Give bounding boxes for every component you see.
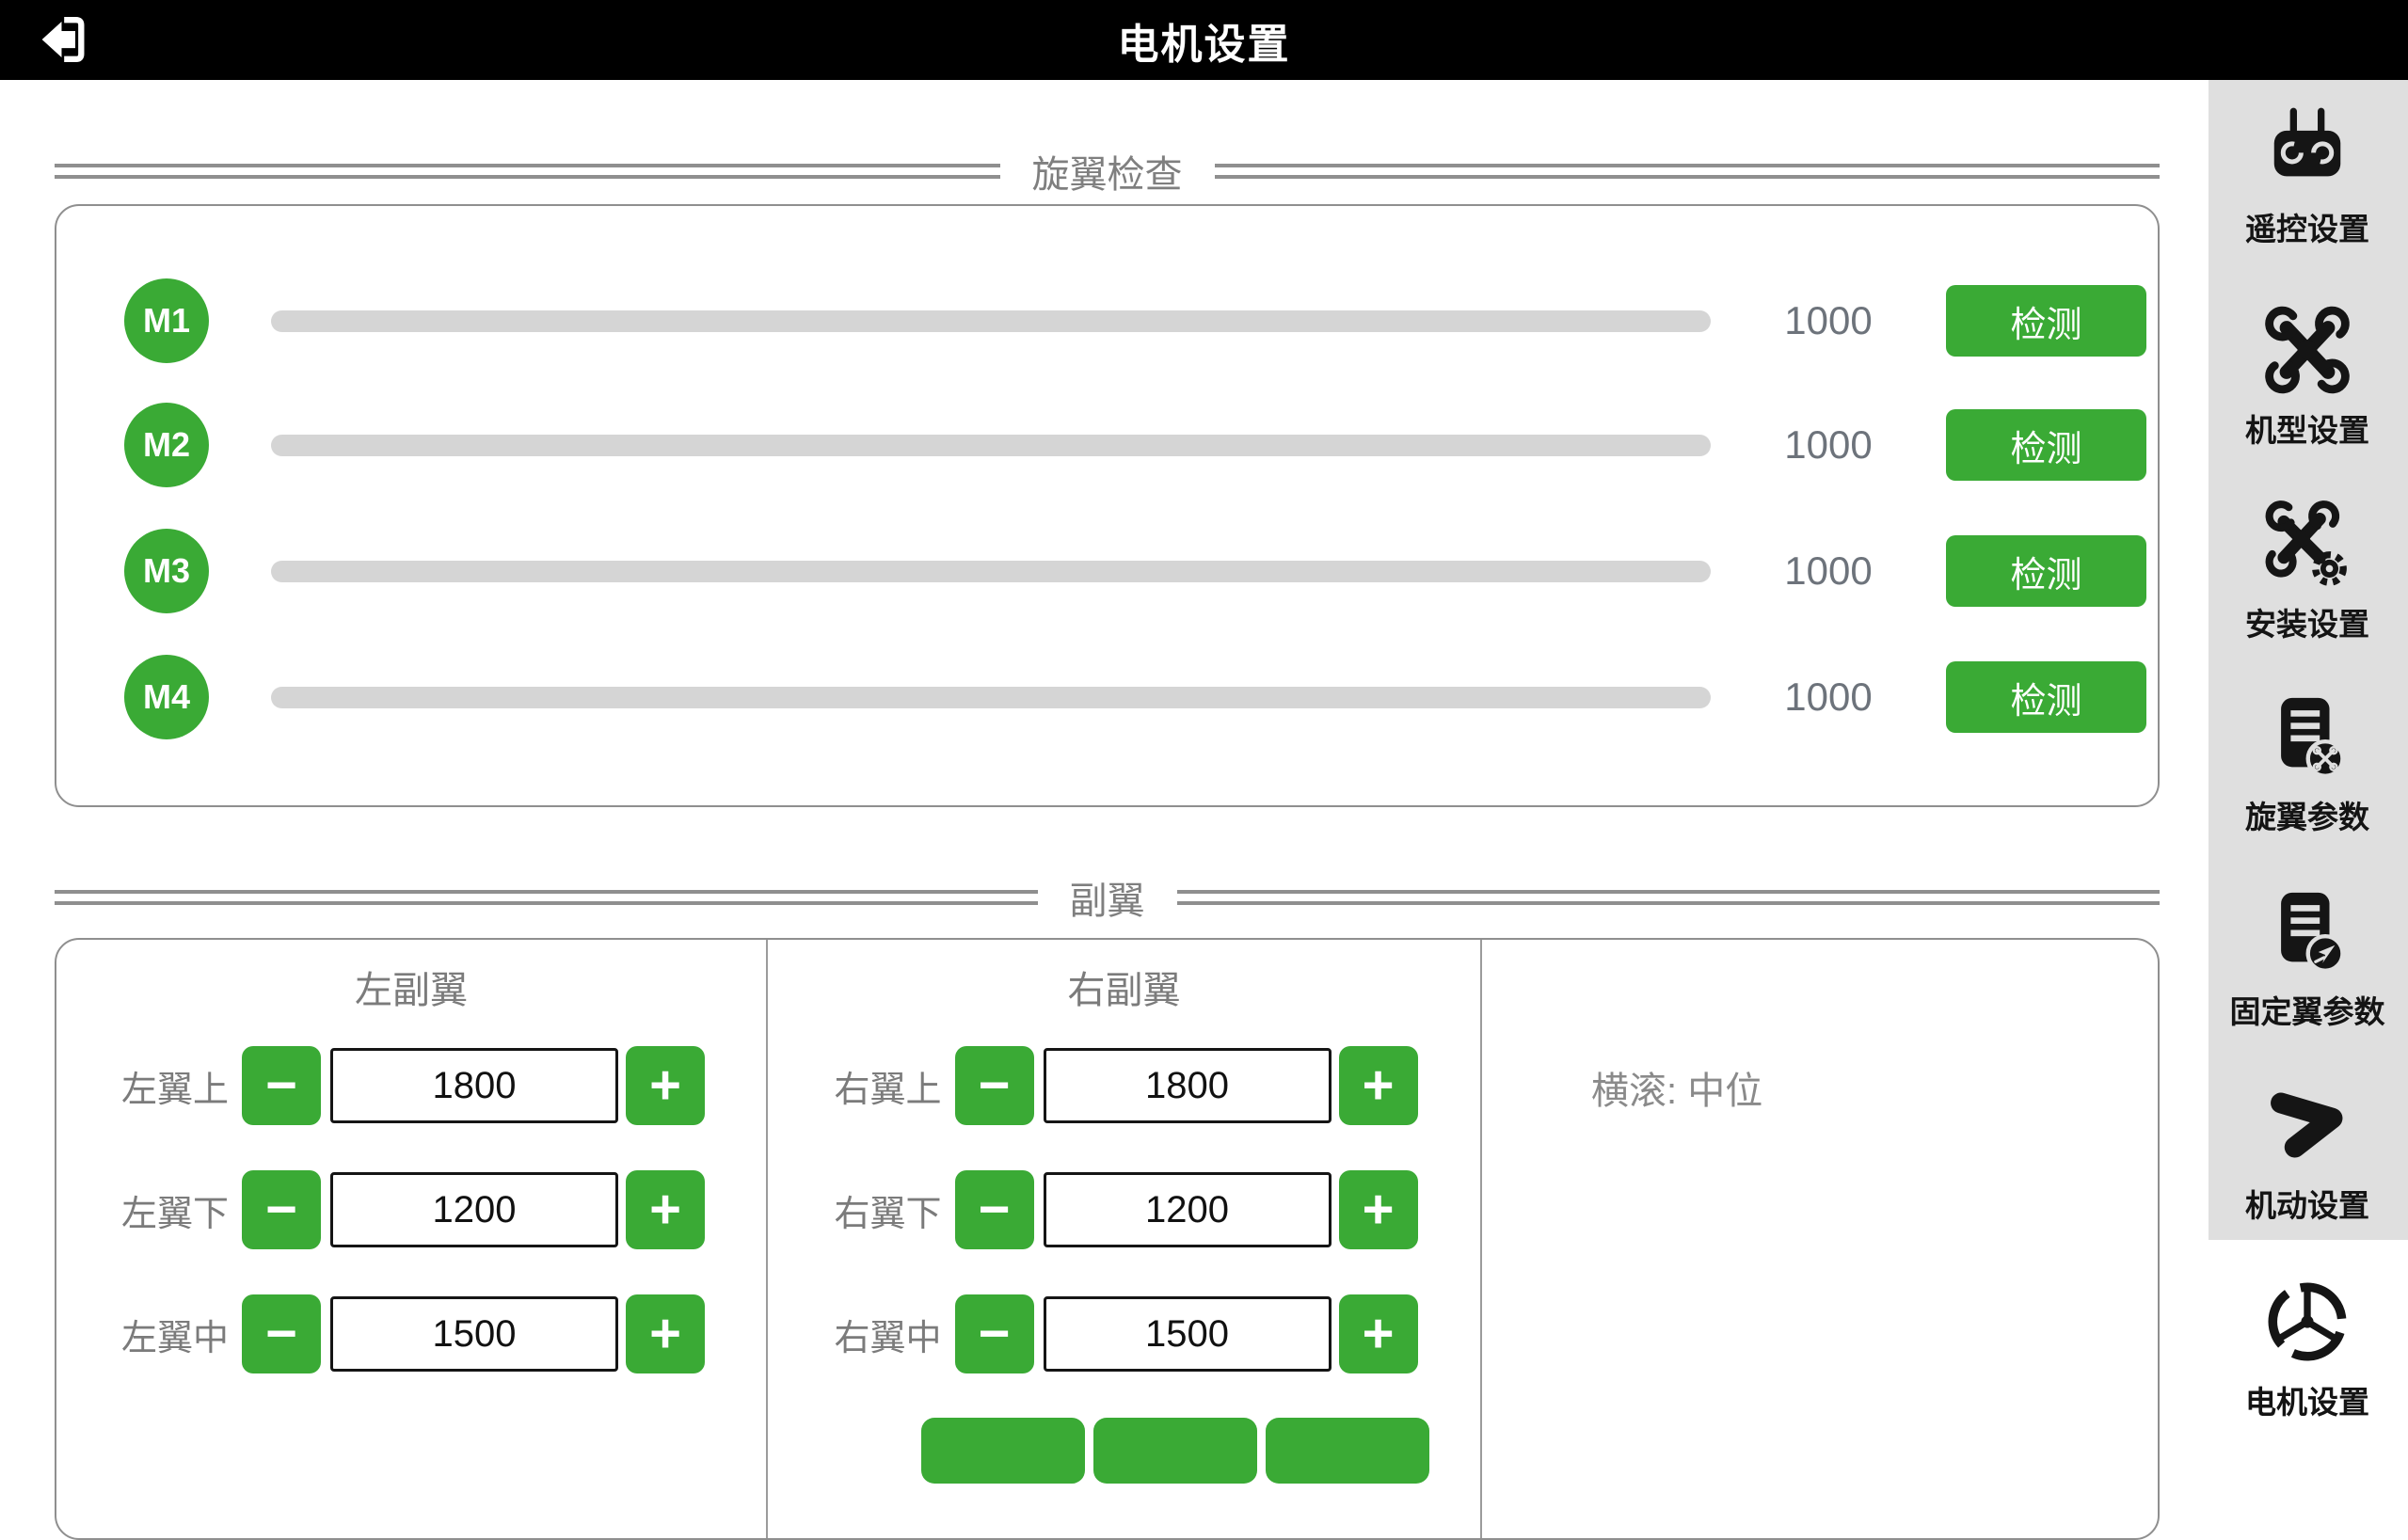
aileron-preset-button[interactable] — [921, 1418, 1085, 1484]
motor-row-m4: M4 1000 检测 — [56, 655, 2158, 739]
aileron-preset-row — [921, 1418, 1429, 1484]
motor-badge-m4: M4 — [124, 655, 209, 739]
left-aileron-title: 左副翼 — [56, 945, 766, 1028]
aileron-panel: 左副翼 左翼上 − + 左翼下 − + 左翼中 − + 右副翼 — [55, 938, 2160, 1540]
motor-value-m4: 1000 — [1711, 675, 1946, 720]
motor-badge-m2: M2 — [124, 403, 209, 487]
rotor-check-section-title: 旋翼检查 — [1000, 144, 1215, 198]
sidebar-item-rotor-params[interactable]: 旋翼参数 — [2207, 692, 2408, 837]
roll-status-text: 横滚: 中位 — [1482, 940, 2160, 1115]
minus-button[interactable]: − — [242, 1294, 321, 1373]
motor-value-m1: 1000 — [1711, 298, 1946, 343]
minus-button[interactable]: − — [242, 1170, 321, 1249]
plus-button[interactable]: + — [626, 1294, 705, 1373]
right-wing-mid-row: 右翼中 − + — [768, 1294, 1480, 1373]
sidebar-item-label: 机型设置 — [2245, 405, 2369, 451]
motor-row-m1: M1 1000 检测 — [56, 278, 2158, 363]
right-wing-up-row: 右翼上 − + — [768, 1046, 1480, 1125]
left-wing-up-input[interactable] — [330, 1048, 618, 1123]
page-title: 电机设置 — [1118, 10, 1291, 71]
divider-line — [1177, 890, 2161, 905]
sidebar-item-motor-settings[interactable]: 电机设置 — [2207, 1278, 2408, 1422]
aileron-preset-button[interactable] — [1093, 1418, 1257, 1484]
sidebar-background — [2209, 80, 2408, 1240]
sidebar-item-remote-settings[interactable]: 遥控设置 — [2207, 104, 2408, 249]
left-wing-down-label: 左翼下 — [118, 1184, 229, 1236]
left-wing-mid-row: 左翼中 − + — [56, 1294, 766, 1373]
right-aileron-column: 右副翼 右翼上 − + 右翼下 − + 右翼中 − + — [766, 940, 1482, 1538]
right-wing-down-input[interactable] — [1044, 1172, 1332, 1247]
left-wing-down-input[interactable] — [330, 1172, 618, 1247]
left-wing-up-label: 左翼上 — [118, 1060, 229, 1112]
right-wing-up-label: 右翼上 — [831, 1060, 942, 1112]
plus-button[interactable]: + — [626, 1170, 705, 1249]
motor-value-m2: 1000 — [1711, 422, 1946, 468]
minus-button[interactable]: − — [955, 1170, 1034, 1249]
sidebar-item-label: 遥控设置 — [2245, 204, 2369, 249]
fixedwing-params-icon — [2263, 887, 2352, 976]
sidebar-item-maneuver-settings[interactable]: 机动设置 — [2207, 1081, 2408, 1226]
aileron-section-header: 副翼 — [55, 876, 2160, 919]
propeller-icon — [2263, 1278, 2352, 1366]
detect-button-m3[interactable]: 检测 — [1946, 535, 2146, 607]
minus-button[interactable]: − — [242, 1046, 321, 1125]
motor-throttle-slider-m3[interactable] — [271, 561, 1711, 582]
right-aileron-title: 右副翼 — [768, 945, 1480, 1028]
aileron-preset-button[interactable] — [1266, 1418, 1429, 1484]
motor-throttle-slider-m1[interactable] — [271, 310, 1711, 332]
left-wing-down-row: 左翼下 − + — [56, 1170, 766, 1249]
sidebar-item-label: 固定翼参数 — [2230, 987, 2385, 1032]
drone-gear-icon — [2263, 500, 2352, 588]
plus-button[interactable]: + — [1339, 1294, 1418, 1373]
rotor-check-section-header: 旋翼检查 — [55, 150, 2160, 193]
motor-badge-m3: M3 — [124, 529, 209, 613]
rotor-params-icon — [2263, 692, 2352, 781]
left-aileron-column: 左副翼 左翼上 − + 左翼下 − + 左翼中 − + — [56, 940, 766, 1538]
aileron-section-title: 副翼 — [1038, 870, 1177, 925]
divider-line — [55, 164, 1000, 179]
right-wing-up-input[interactable] — [1044, 1048, 1332, 1123]
left-wing-mid-label: 左翼中 — [118, 1309, 229, 1360]
main-content: 旋翼检查 M1 1000 检测 M2 1000 检测 M3 1000 检测 M4… — [0, 80, 2207, 1427]
right-wing-mid-input[interactable] — [1044, 1296, 1332, 1372]
sidebar-item-install-settings[interactable]: 安装设置 — [2207, 500, 2408, 644]
detect-button-m1[interactable]: 检测 — [1946, 285, 2146, 357]
sidebar-item-label: 机动设置 — [2245, 1181, 2369, 1226]
sidebar-item-label: 电机设置 — [2245, 1377, 2369, 1422]
sidebar-item-model-settings[interactable]: 机型设置 — [2207, 306, 2408, 451]
detect-button-m4[interactable]: 检测 — [1946, 661, 2146, 733]
maneuver-arrow-icon — [2263, 1081, 2352, 1169]
plus-button[interactable]: + — [626, 1046, 705, 1125]
motor-value-m3: 1000 — [1711, 548, 1946, 594]
rotor-check-panel: M1 1000 检测 M2 1000 检测 M3 1000 检测 M4 1000… — [55, 204, 2160, 807]
sidebar-item-label: 安装设置 — [2245, 599, 2369, 644]
detect-button-m2[interactable]: 检测 — [1946, 409, 2146, 481]
back-exit-icon — [38, 12, 94, 67]
sidebar-item-label: 旋翼参数 — [2245, 792, 2369, 837]
right-wing-mid-label: 右翼中 — [831, 1309, 942, 1360]
motor-row-m3: M3 1000 检测 — [56, 529, 2158, 613]
remote-control-icon — [2263, 104, 2352, 193]
motor-throttle-slider-m2[interactable] — [271, 435, 1711, 456]
divider-line — [55, 890, 1038, 905]
right-wing-down-row: 右翼下 − + — [768, 1170, 1480, 1249]
minus-button[interactable]: − — [955, 1046, 1034, 1125]
motor-throttle-slider-m4[interactable] — [271, 687, 1711, 708]
sidebar-item-fixedwing-params[interactable]: 固定翼参数 — [2207, 887, 2408, 1032]
top-bar: 电机设置 — [0, 0, 2408, 80]
minus-button[interactable]: − — [955, 1294, 1034, 1373]
left-wing-mid-input[interactable] — [330, 1296, 618, 1372]
roll-status-column: 横滚: 中位 — [1482, 940, 2160, 1538]
divider-line — [1215, 164, 2161, 179]
motor-badge-m1: M1 — [124, 278, 209, 363]
plus-button[interactable]: + — [1339, 1170, 1418, 1249]
left-wing-up-row: 左翼上 − + — [56, 1046, 766, 1125]
right-wing-down-label: 右翼下 — [831, 1184, 942, 1236]
sidebar: 遥控设置 机型设置 — [2207, 80, 2408, 1427]
plus-button[interactable]: + — [1339, 1046, 1418, 1125]
motor-row-m2: M2 1000 检测 — [56, 403, 2158, 487]
quadcopter-icon — [2263, 306, 2352, 394]
back-button[interactable] — [38, 12, 94, 67]
